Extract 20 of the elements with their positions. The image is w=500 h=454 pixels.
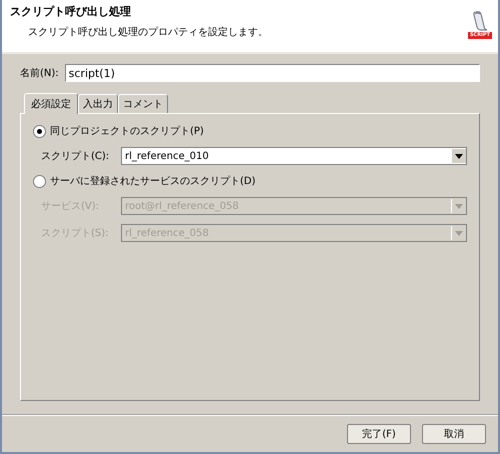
dropdown-arrow-icon <box>455 154 463 158</box>
dialog-title: スクリプト呼び出し処理 <box>10 4 132 19</box>
radio-label: 同じプロジェクトのスクリプト(P) <box>50 124 204 138</box>
radio-option[interactable]: サーバに登録されたサービスのスクリプト(D) <box>33 174 467 188</box>
finish-button[interactable]: 完了(F) <box>347 424 411 444</box>
dialog-description: スクリプト呼び出し処理のプロパティを設定します。 <box>28 26 268 39</box>
name-field[interactable]: script(1) <box>64 64 480 82</box>
cancel-button[interactable]: 取消 <box>422 424 486 444</box>
tab[interactable]: 入出力 <box>78 94 118 113</box>
radio-button[interactable] <box>33 124 46 138</box>
dropdown-arrow-icon <box>455 204 463 208</box>
radio-option[interactable]: 同じプロジェクトのスクリプト(P) <box>33 124 467 138</box>
dropdown-arrow-icon <box>455 230 463 236</box>
radio-button[interactable] <box>33 174 46 188</box>
tab[interactable]: コメント <box>118 94 168 113</box>
field-label: スクリプト(C): <box>41 150 110 163</box>
tab[interactable]: 必須設定 <box>24 93 78 114</box>
radio-label: サーバに登録されたサービスのスクリプト(D) <box>50 174 256 188</box>
dropdown[interactable]: rl_reference_010 <box>121 147 467 165</box>
name-label: 名前(N): <box>20 67 59 80</box>
